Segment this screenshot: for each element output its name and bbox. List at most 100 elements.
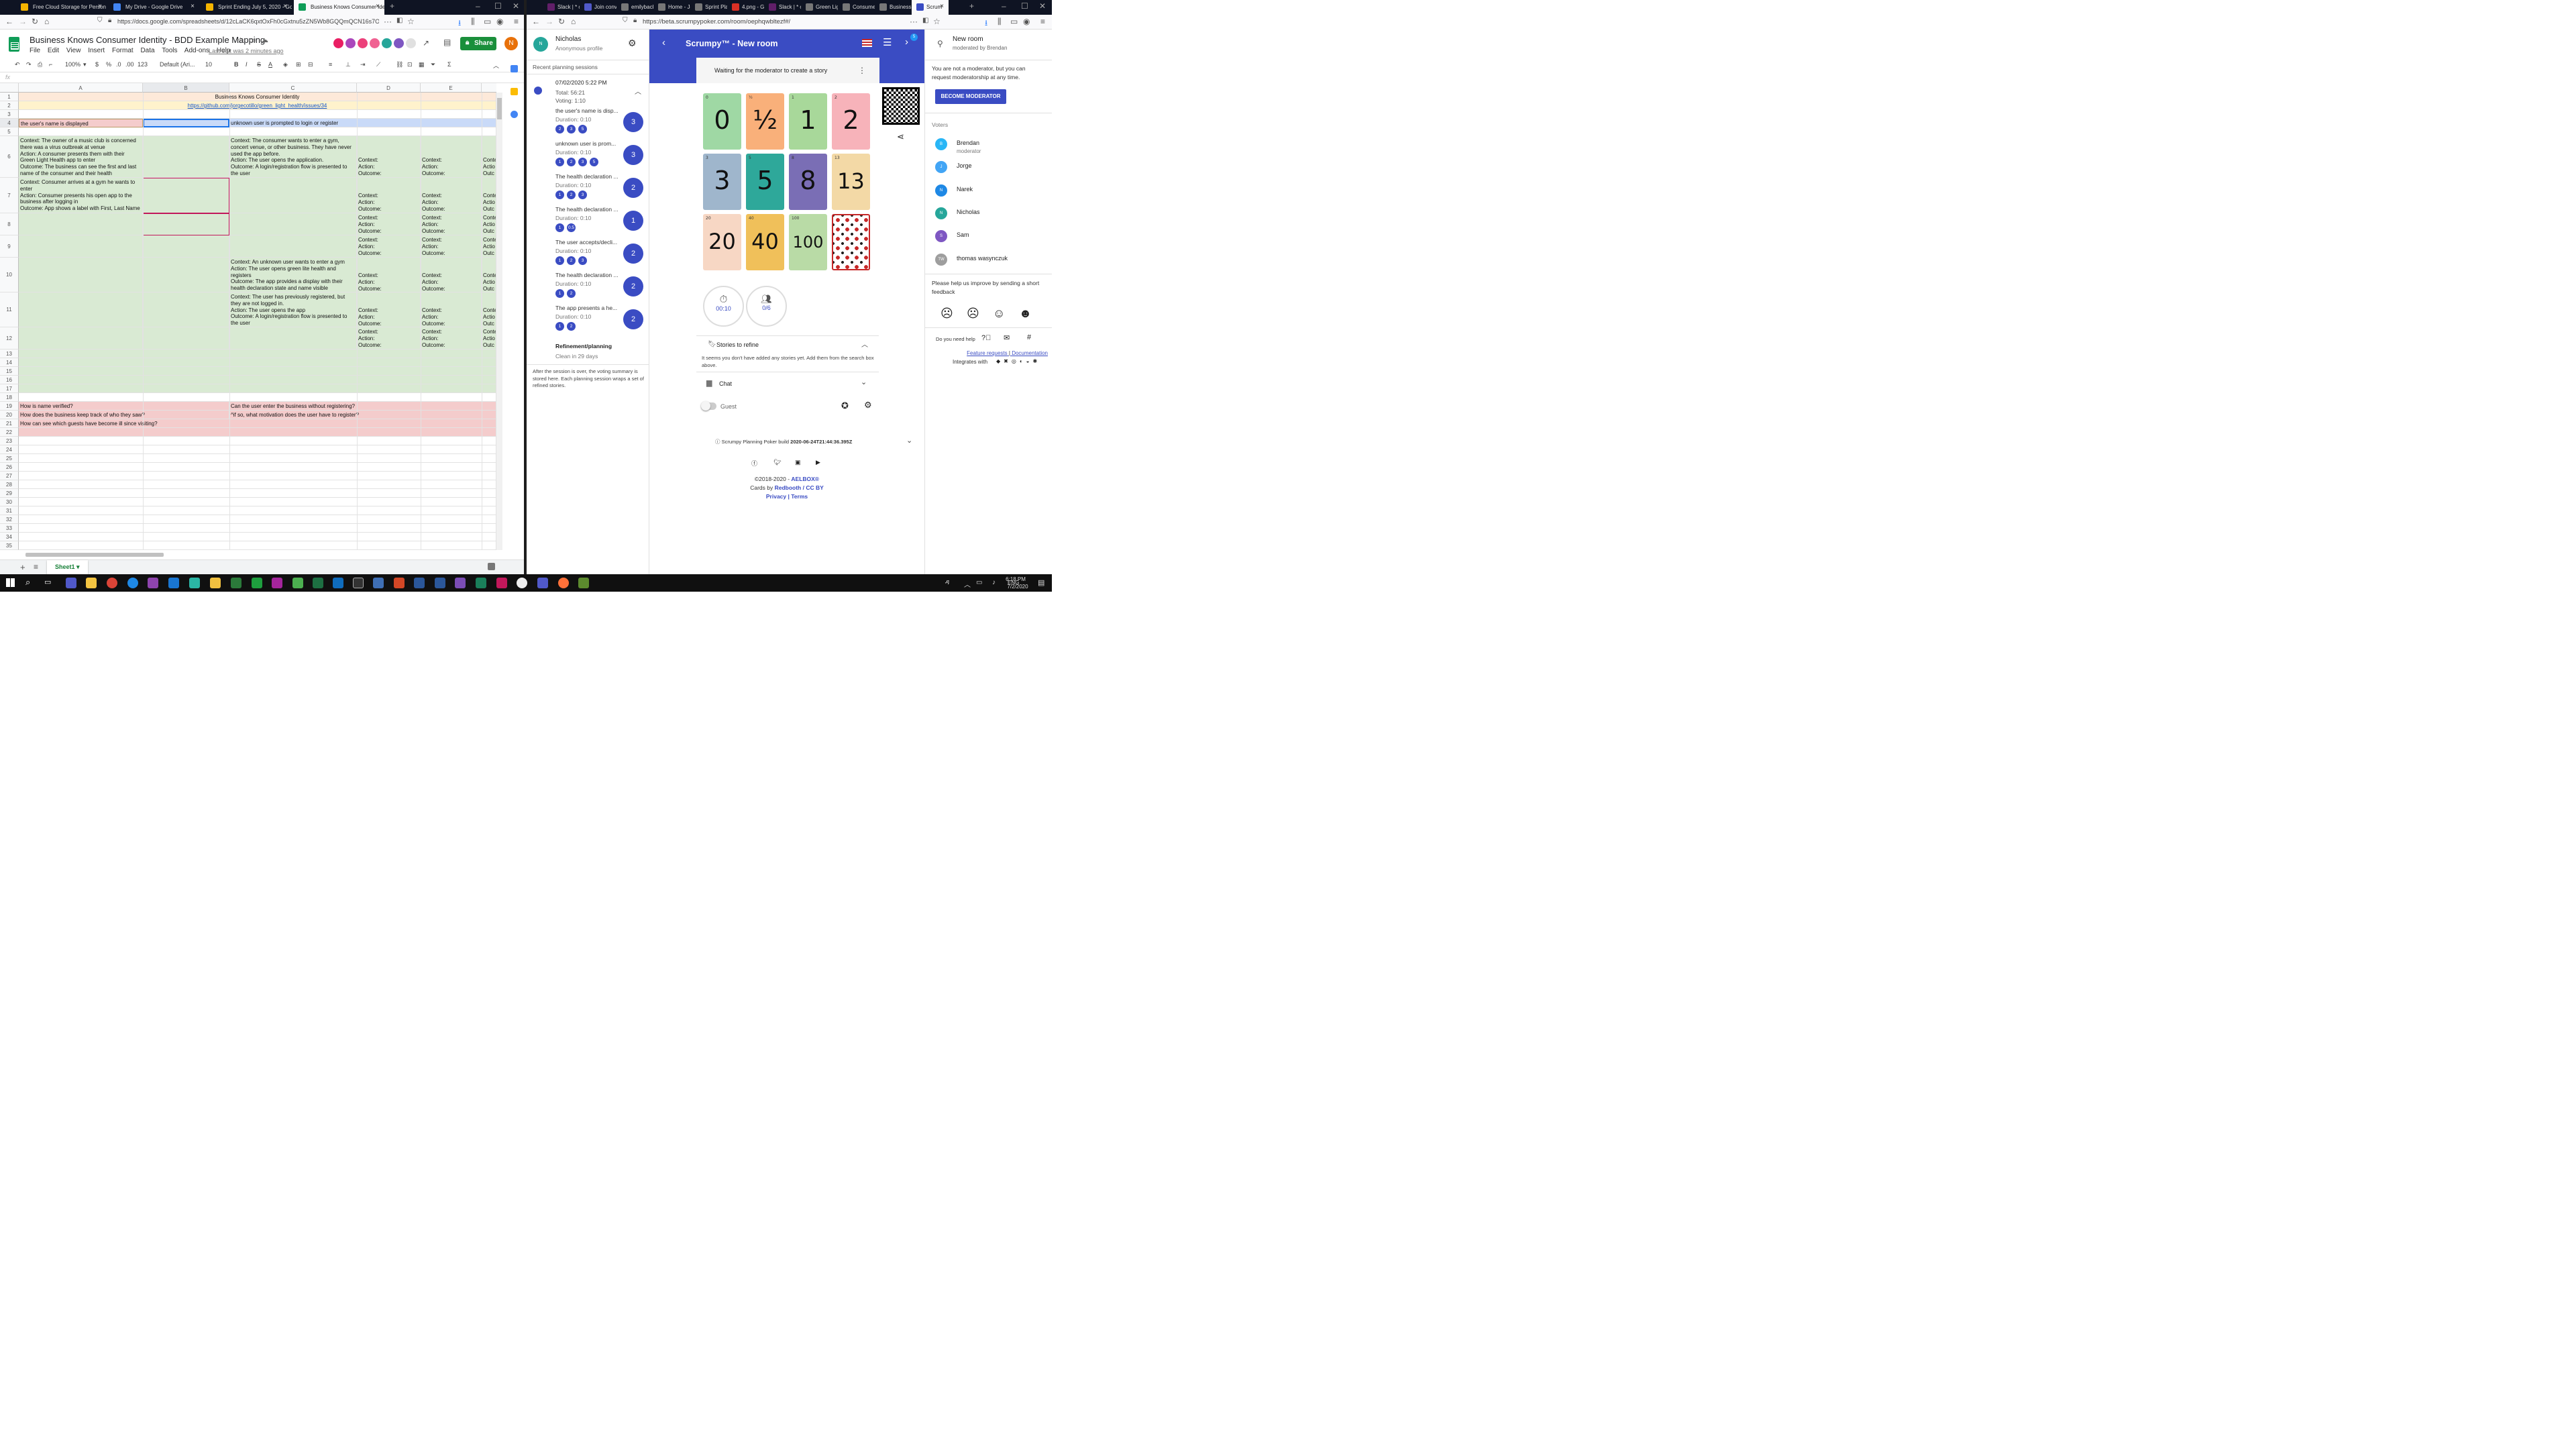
cell[interactable] [19, 524, 496, 533]
browser-tab[interactable]: Free Cloud Storage for Person × [16, 0, 107, 15]
coffee-card[interactable] [832, 214, 870, 270]
chevron-left-icon[interactable]: ‹ [662, 37, 665, 48]
cell[interactable] [143, 327, 229, 350]
cell-example[interactable]: Context: Action: Outcome: [421, 292, 482, 327]
cell[interactable] [19, 358, 496, 367]
browser-tab[interactable]: Consume [838, 0, 875, 15]
app-icon[interactable] [210, 578, 221, 588]
cell-example[interactable]: Context: Action: Outcome: [421, 235, 482, 258]
cell-example[interactable]: Conte Actio Outc [482, 327, 496, 350]
list-icon[interactable]: ☰ [883, 36, 892, 48]
new-tab-icon[interactable]: + [390, 1, 394, 11]
close-window-icon[interactable]: ✕ [513, 1, 519, 11]
poker-card[interactable]: 20 20 [703, 214, 741, 270]
row-header[interactable]: 4 [0, 119, 19, 127]
more-icon[interactable]: ··· [910, 17, 918, 26]
last-edit-link[interactable]: Last edit was 2 minutes ago [209, 48, 284, 54]
decrease-decimal-button[interactable]: .0 [116, 61, 121, 68]
cell[interactable] [19, 393, 496, 402]
close-icon[interactable]: × [98, 3, 102, 10]
more-vert-icon[interactable]: ⋮ [858, 66, 866, 75]
back-icon[interactable]: ← [5, 17, 13, 26]
poker-card[interactable]: ½½ [746, 93, 784, 150]
row-header[interactable]: 19 [0, 402, 19, 411]
document-title[interactable]: Business Knows Consumer Identity - BDD E… [30, 35, 265, 45]
text-color-button[interactable]: A [268, 61, 272, 68]
cell-example[interactable]: Conte Actio Outc [482, 136, 496, 178]
app-icon[interactable] [292, 578, 303, 588]
poker-card[interactable]: 13 13 [832, 154, 870, 210]
insert-comment-icon[interactable]: ⊡ [407, 61, 413, 68]
avatar[interactable] [381, 38, 392, 49]
shield-icon[interactable]: ⛉ [97, 17, 103, 24]
gear-icon[interactable]: ⚙ [864, 400, 872, 411]
cell-example[interactable]: Context: Action: Outcome: [421, 178, 482, 213]
twitter-icon[interactable]: 🐦︎ [773, 459, 781, 466]
download-icon[interactable]: ⭳ [458, 17, 461, 31]
clock-time[interactable]: 6:18 PM [1004, 576, 1027, 582]
row-header[interactable]: 2 [0, 101, 19, 110]
star-icon[interactable]: ☆ [933, 17, 941, 26]
functions-icon[interactable]: Σ [447, 61, 451, 68]
app-icon[interactable] [496, 578, 507, 588]
browser-tab[interactable]: emilyback [616, 0, 653, 15]
sidebar-icon[interactable]: ▭ [484, 17, 491, 26]
cell-example[interactable]: Context: Action: Outcome: [421, 327, 482, 350]
very-sad-face-icon[interactable]: ☹ [941, 307, 953, 321]
volume-icon[interactable]: ♪ [992, 579, 996, 586]
ccby-link[interactable]: / CC BY [801, 484, 824, 491]
forward-icon[interactable]: → [19, 17, 27, 26]
row-header[interactable]: 6 [0, 136, 19, 178]
cell[interactable] [19, 327, 143, 350]
cell-example[interactable]: Context: Action: Outcome: [421, 136, 482, 178]
row-header[interactable]: 27 [0, 472, 19, 480]
row-header[interactable]: 9 [0, 235, 19, 258]
row-header[interactable]: 16 [0, 376, 19, 384]
search-icon[interactable]: ⌕ [25, 577, 30, 588]
cell-example[interactable]: Context: Action: Outcome: [357, 178, 421, 213]
column-header[interactable]: C [229, 83, 357, 93]
row-header[interactable]: 18 [0, 393, 19, 402]
app-icon[interactable] [373, 578, 384, 588]
browser-tab-active[interactable]: Scrum × [912, 0, 949, 15]
borders-icon[interactable]: ⊞ [296, 61, 301, 68]
scroll-thumb[interactable] [25, 553, 164, 557]
chevron-up-icon[interactable]: ︿ [861, 339, 868, 349]
paint-format-icon[interactable]: ⌐ [49, 61, 52, 68]
menu-data[interactable]: Data [140, 47, 154, 54]
cell[interactable] [143, 213, 229, 235]
notifications-icon[interactable]: ▤ [1038, 578, 1044, 587]
documentation-link[interactable]: Documentation [1012, 350, 1048, 356]
poker-card[interactable]: 22 [832, 93, 870, 150]
close-window-icon[interactable]: ✕ [1039, 1, 1046, 11]
forward-icon[interactable]: → [545, 17, 553, 26]
avatar[interactable] [369, 38, 380, 49]
row-header[interactable]: 14 [0, 358, 19, 367]
cell[interactable] [19, 367, 496, 376]
redo-icon[interactable]: ↷ [26, 61, 32, 68]
home-icon[interactable]: ⌂ [571, 17, 576, 26]
row-header[interactable]: 28 [0, 480, 19, 489]
horizontal-scrollbar[interactable] [19, 551, 496, 558]
row-header[interactable]: 1 [0, 93, 19, 101]
cell[interactable] [143, 235, 229, 258]
font-size-select[interactable]: 10 [205, 61, 212, 68]
menu-insert[interactable]: Insert [88, 47, 105, 54]
chevron-up-icon[interactable]: ︿ [964, 579, 971, 589]
cell[interactable] [19, 376, 496, 384]
chrome-icon[interactable] [107, 578, 117, 588]
app-icon[interactable] [189, 578, 200, 588]
avatar[interactable] [357, 38, 368, 49]
people-icon[interactable]: ዳ [945, 579, 949, 586]
cell[interactable] [19, 541, 496, 550]
account-icon[interactable]: ◉ [496, 17, 503, 26]
all-sheets-icon[interactable]: ≡ [34, 562, 38, 572]
avatar[interactable] [405, 38, 417, 49]
guest-toggle[interactable] [701, 401, 716, 411]
happy-face-icon[interactable]: ☺ [993, 307, 1005, 321]
cell[interactable] [19, 428, 496, 437]
cell-example[interactable]: Conte Actio Outc [482, 178, 496, 213]
app-icon[interactable] [537, 578, 548, 588]
row-header[interactable]: 24 [0, 445, 19, 454]
row-header[interactable]: 23 [0, 437, 19, 445]
